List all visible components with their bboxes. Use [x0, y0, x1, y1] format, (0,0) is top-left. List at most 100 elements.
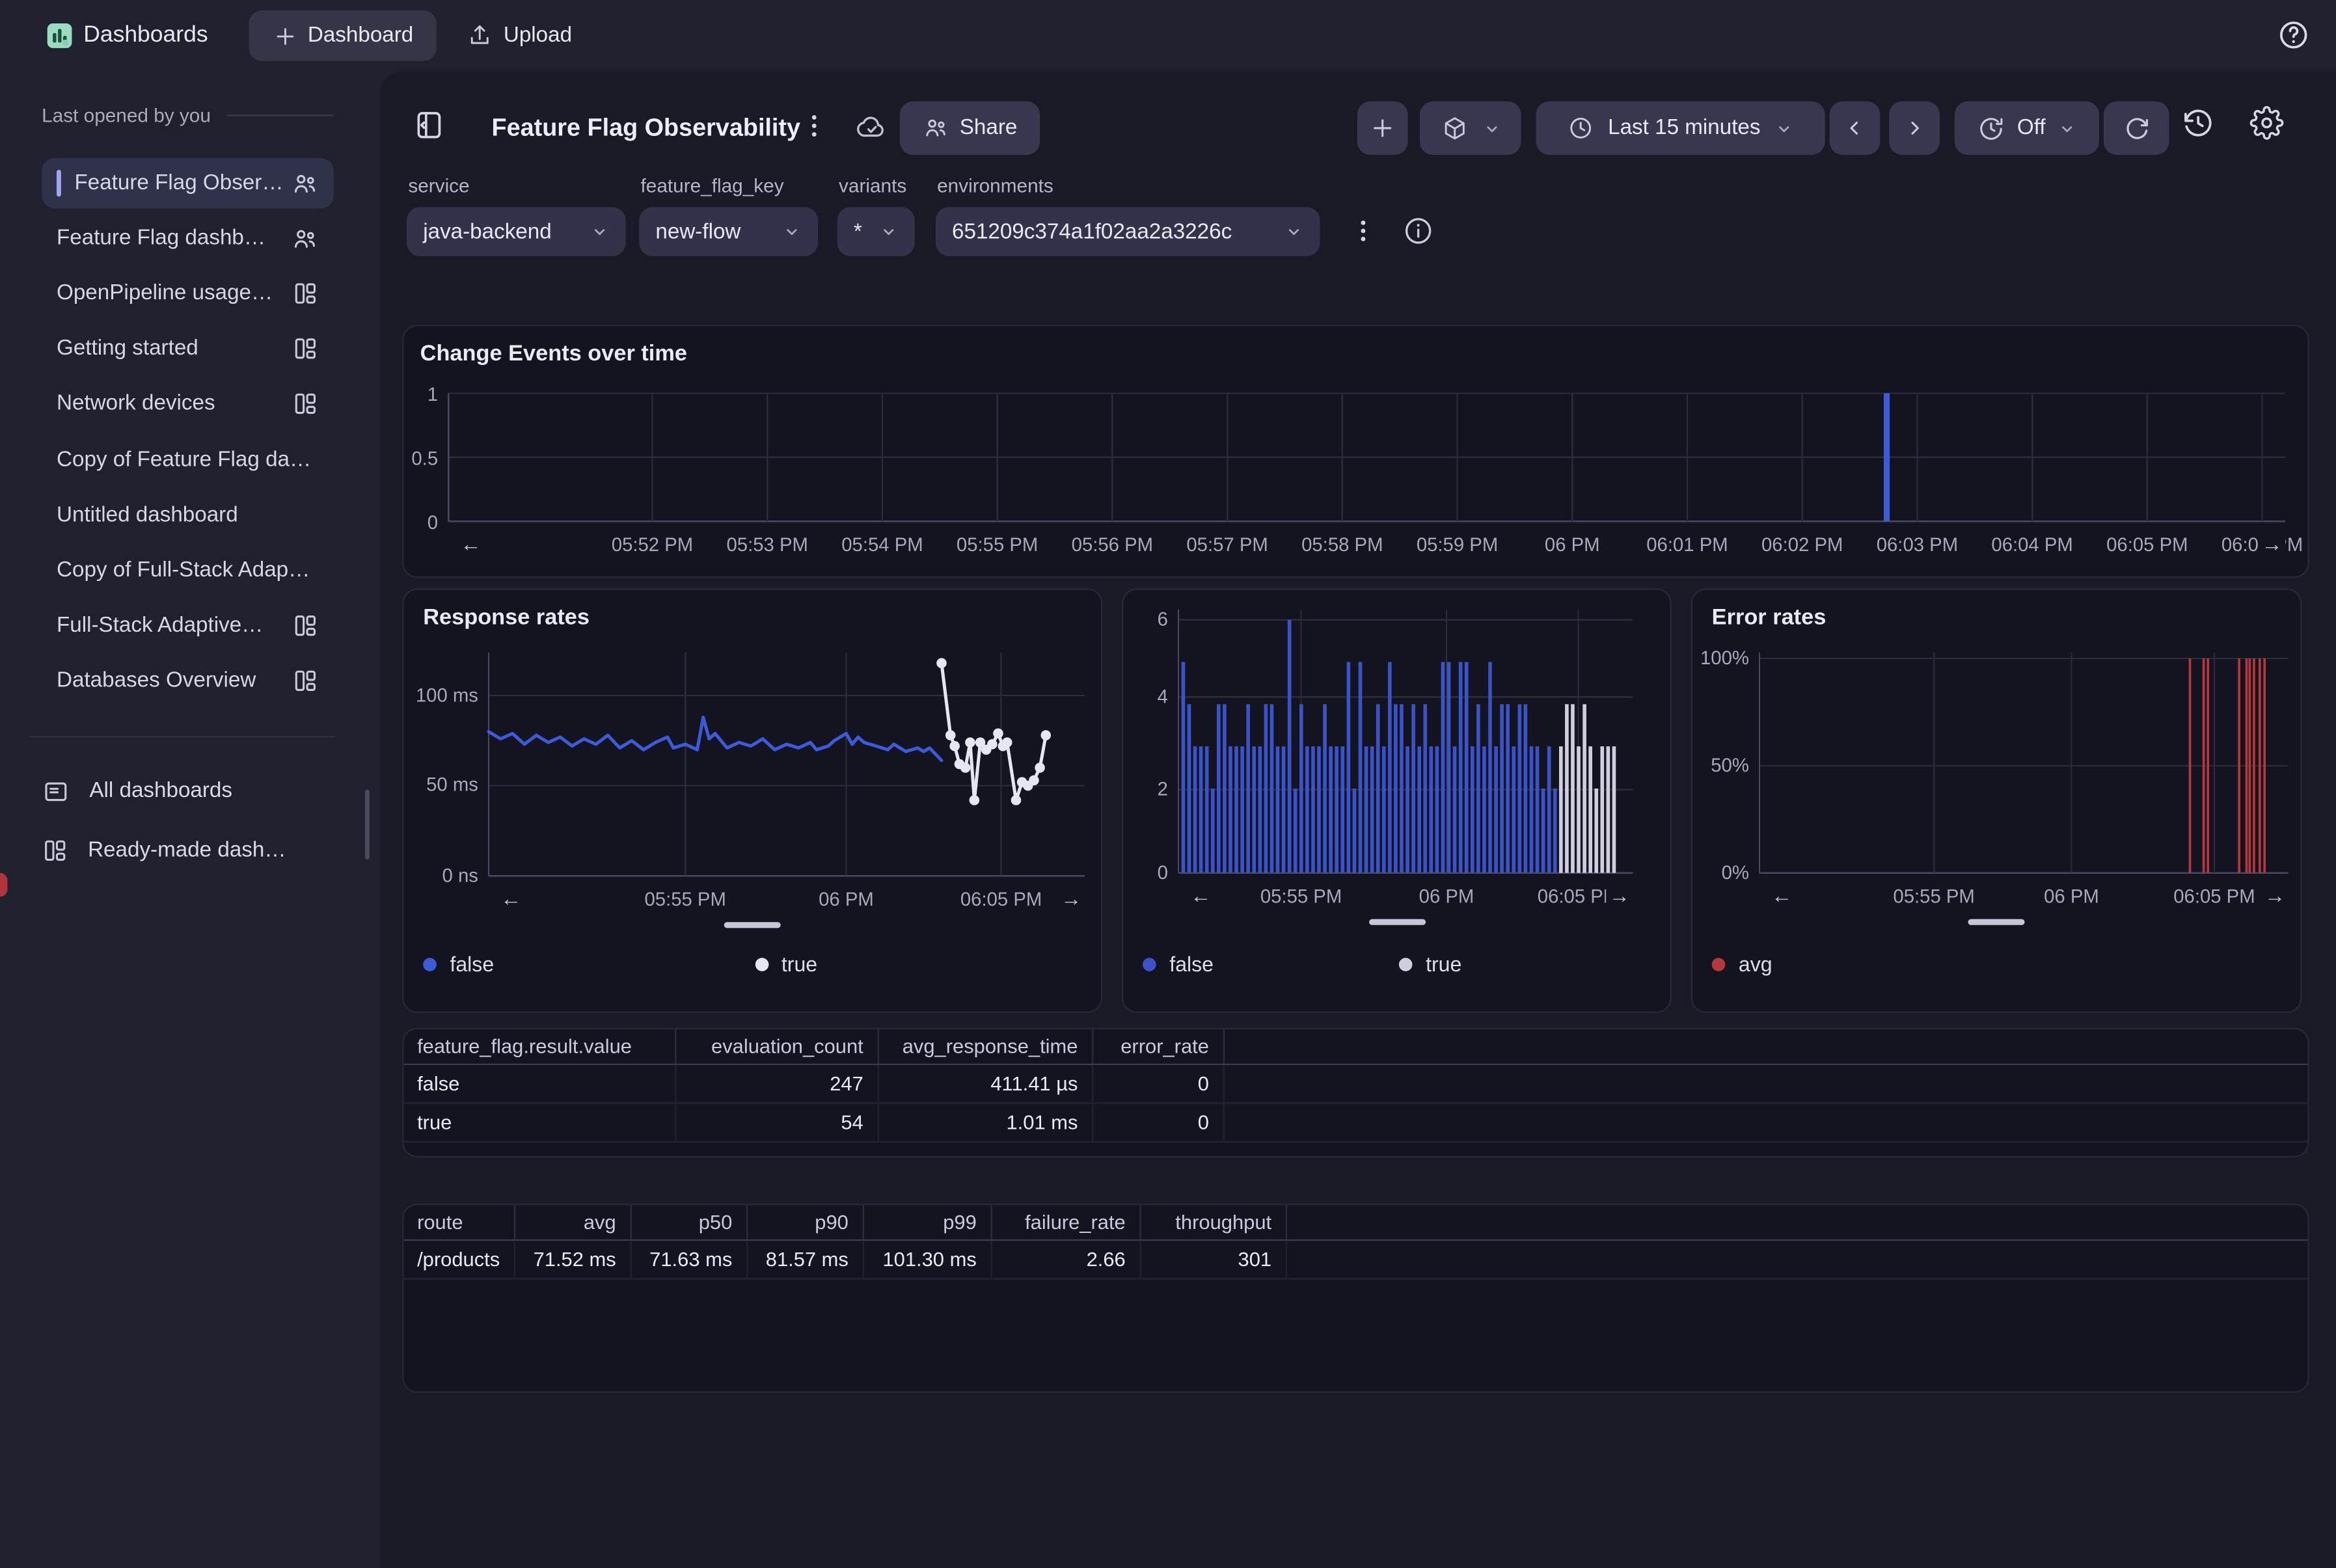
- scope-selector-button[interactable]: [1420, 101, 1521, 155]
- legend-label: false: [1169, 952, 1214, 976]
- chevron-right-icon: [1903, 116, 1927, 141]
- column-header[interactable]: route: [403, 1205, 513, 1240]
- sidebar-item[interactable]: Feature Flag dashb…: [42, 213, 334, 264]
- legend-item[interactable]: true: [1399, 952, 1655, 976]
- legend-item[interactable]: avg: [1712, 952, 1999, 976]
- y-axis-tick: 1: [403, 383, 438, 405]
- refresh-button[interactable]: [2104, 101, 2169, 155]
- legend-item[interactable]: true: [755, 952, 1086, 976]
- sidebar-item[interactable]: Copy of Full-Stack Adap…: [42, 545, 334, 595]
- chevron-left-icon: [1843, 116, 1867, 141]
- column-header[interactable]: avg_response_time: [878, 1029, 1093, 1064]
- history-icon[interactable]: [2181, 106, 2216, 141]
- chevron-down-icon: [1284, 222, 1304, 241]
- upload-button[interactable]: Upload: [454, 10, 584, 61]
- grid-icon: [292, 336, 319, 362]
- sidebar-item-label: Network devices: [57, 392, 292, 416]
- sidebar-scrollbar[interactable]: [365, 789, 370, 859]
- x-axis-tick: 05:56 PM: [1050, 534, 1175, 556]
- share-button[interactable]: Share: [900, 101, 1040, 155]
- pan-left-arrow[interactable]: ←: [457, 532, 484, 556]
- clock-icon: [1568, 115, 1594, 141]
- x-axis-tick: 06 PM: [1384, 885, 1509, 907]
- table-cell: 0: [1092, 1103, 1223, 1142]
- pan-left-arrow[interactable]: ←: [498, 886, 524, 910]
- people-icon: [290, 169, 319, 198]
- sidebar-item[interactable]: Untitled dashboard: [42, 489, 334, 540]
- table-cell: false: [403, 1064, 675, 1103]
- pan-right-arrow[interactable]: →: [2259, 532, 2285, 556]
- sidebar-footer-item[interactable]: Ready-made dash…: [42, 825, 340, 876]
- sidebar: Last opened by you Feature Flag Obser…Fe…: [0, 72, 380, 1568]
- sidebar-footer-label: Ready-made dash…: [88, 839, 286, 863]
- column-header[interactable]: feature_flag.result.value: [403, 1029, 675, 1064]
- column-header[interactable]: throughput: [1139, 1205, 1285, 1240]
- section-divider: [226, 115, 334, 116]
- pan-right-arrow[interactable]: →: [2262, 884, 2288, 908]
- x-axis-tick: 06:02 PM: [1740, 534, 1865, 556]
- sidebar-item[interactable]: OpenPipeline usage…: [42, 269, 334, 319]
- filter-dropdown[interactable]: 651209c374a1f02aa2a3226c: [936, 207, 1320, 256]
- sidebar-item[interactable]: Copy of Feature Flag da…: [42, 434, 334, 485]
- kebab-menu-icon[interactable]: [798, 110, 830, 141]
- column-header[interactable]: evaluation_count: [675, 1029, 877, 1064]
- y-axis-tick: 2: [1123, 777, 1168, 800]
- pan-right-arrow[interactable]: →: [1606, 884, 1633, 908]
- pan-left-arrow[interactable]: ←: [1188, 884, 1214, 908]
- column-header[interactable]: error_rate: [1092, 1029, 1223, 1064]
- legend-item[interactable]: false: [423, 952, 754, 976]
- collapse-sidebar-icon[interactable]: [411, 107, 447, 143]
- panel-title: Change Events over time: [420, 341, 687, 366]
- table-row[interactable]: /products71.52 ms71.63 ms81.57 ms101.30 …: [403, 1240, 2307, 1279]
- chart-legend: avg: [1712, 952, 2285, 976]
- legend-dot: [1399, 957, 1413, 971]
- legend-label: true: [781, 952, 817, 976]
- settings-gear-icon[interactable]: [2249, 106, 2284, 141]
- panel-error-rates: Error rates 100%50%0%05:55 PM06 PM06:05 …: [1691, 588, 2302, 1013]
- x-scrollbar[interactable]: [1368, 919, 1425, 925]
- sidebar-item[interactable]: Feature Flag Obser…: [42, 158, 334, 209]
- x-scrollbar[interactable]: [724, 922, 781, 928]
- legend-label: true: [1426, 952, 1461, 976]
- sidebar-item[interactable]: Getting started: [42, 324, 334, 375]
- sidebar-item[interactable]: Databases Overview: [42, 655, 334, 706]
- filter-dropdown[interactable]: *: [837, 207, 915, 256]
- table-cell: 411.41 µs: [878, 1064, 1093, 1103]
- filter-dropdown[interactable]: new-flow: [639, 207, 818, 256]
- sidebar-footer-item[interactable]: All dashboards: [42, 766, 340, 817]
- column-header[interactable]: failure_rate: [991, 1205, 1140, 1240]
- column-header[interactable]: avg: [514, 1205, 631, 1240]
- table-cell: 2.66: [991, 1240, 1140, 1279]
- pan-right-arrow[interactable]: →: [1058, 886, 1085, 910]
- new-dashboard-button[interactable]: Dashboard: [249, 10, 436, 61]
- table-cell: 101.30 ms: [863, 1240, 991, 1279]
- sidebar-item[interactable]: Full-Stack Adaptive…: [42, 600, 334, 651]
- routes-table-card: routeavgp50p90p99failure_ratethroughput/…: [402, 1204, 2309, 1393]
- y-axis-tick: 4: [1123, 685, 1168, 707]
- column-header[interactable]: p90: [746, 1205, 863, 1240]
- sidebar-item-label: Copy of Feature Flag da…: [57, 448, 319, 472]
- refresh-clock-icon: [1977, 114, 2005, 142]
- pan-left-arrow[interactable]: ←: [1769, 884, 1795, 908]
- time-range-button[interactable]: Last 15 minutes: [1536, 101, 1825, 155]
- filters-kebab-icon[interactable]: [1348, 216, 1378, 246]
- filters-info-icon[interactable]: [1402, 215, 1434, 247]
- data-table: feature_flag.result.valueevaluation_coun…: [403, 1029, 2307, 1142]
- legend-item[interactable]: false: [1143, 952, 1399, 976]
- time-back-button[interactable]: [1830, 101, 1881, 155]
- add-panel-button[interactable]: [1357, 101, 1408, 155]
- feature-flag-table-card: feature_flag.result.valueevaluation_coun…: [402, 1028, 2309, 1157]
- auto-refresh-button[interactable]: Off: [1955, 101, 2099, 155]
- column-header[interactable]: p50: [630, 1205, 746, 1240]
- table-row[interactable]: false247411.41 µs0: [403, 1064, 2307, 1103]
- filter-value: 651209c374a1f02aa2a3226c: [952, 220, 1232, 244]
- brand-label[interactable]: Dashboards: [83, 22, 208, 49]
- help-icon[interactable]: [2276, 18, 2311, 52]
- time-forward-button[interactable]: [1889, 101, 1940, 155]
- table-row[interactable]: true541.01 ms0: [403, 1103, 2307, 1142]
- filter-dropdown[interactable]: java-backend: [407, 207, 626, 256]
- column-header[interactable]: p99: [863, 1205, 991, 1240]
- sidebar-item[interactable]: Network devices: [42, 379, 334, 429]
- selected-accent-bar: [57, 170, 61, 196]
- x-scrollbar[interactable]: [1968, 919, 2024, 925]
